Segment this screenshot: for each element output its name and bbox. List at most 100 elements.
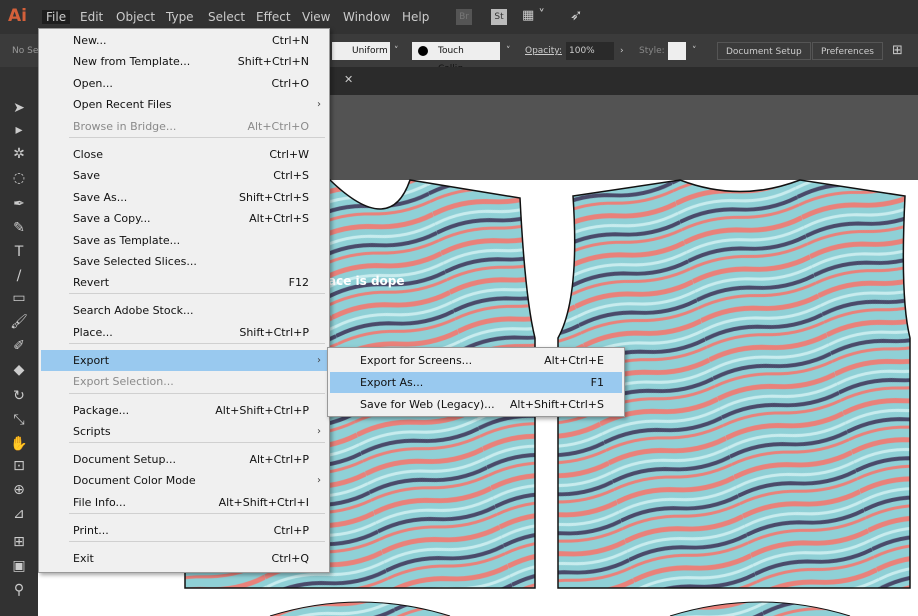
chevron-down-icon[interactable]: ˅ [506, 42, 511, 60]
rocket-icon[interactable]: ➶ [570, 6, 583, 24]
paintbrush-icon[interactable]: 🖌 [10, 313, 28, 331]
style-swatch[interactable] [668, 42, 686, 60]
menu-item-label: Export for Screens... [360, 354, 473, 367]
workspace-layout-icon[interactable]: ▦ ˅ [522, 8, 545, 23]
file-menu-item[interactable]: Revert F12 [41, 272, 327, 293]
file-menu-item[interactable]: Exit Ctrl+Q [41, 548, 327, 569]
lasso-icon[interactable]: ◌ [10, 169, 28, 187]
direct-selection-tool-icon[interactable]: ▸ [10, 121, 28, 139]
file-menu-item[interactable]: Save As... Shift+Ctrl+S [41, 187, 327, 208]
menu-item-label: New from Template... [73, 55, 191, 68]
file-menu-item[interactable]: Close Ctrl+W [41, 144, 327, 165]
eraser-icon[interactable]: ◆ [10, 361, 28, 379]
menu-item-label: Save as Template... [73, 234, 181, 247]
menu-item-label: Open Recent Files [73, 98, 172, 111]
menu-view[interactable]: View [302, 10, 330, 24]
menu-select[interactable]: Select [208, 10, 245, 24]
file-menu-item[interactable]: File Info... Alt+Shift+Ctrl+I [41, 492, 327, 513]
menu-effect[interactable]: Effect [256, 10, 291, 24]
menu-item-shortcut: Ctrl+N [271, 34, 309, 47]
menu-item-shortcut: Alt+Ctrl+P [249, 453, 309, 466]
tools-panel: ➤ ▸ ✲ ◌ ✒ ✎ T / ▭ 🖌 ✐ ◆ ↻ ⤡ ✋ ⊡ ⊕ ⊿ ⊞ ▣ … [0, 67, 38, 616]
menu-item-label: Browse in Bridge... [73, 120, 177, 133]
submenu-arrow-icon: › [317, 355, 321, 366]
menu-file[interactable]: File [42, 10, 71, 24]
menu-item-shortcut: Alt+Ctrl+E [544, 354, 604, 367]
file-menu-item: Export Selection... [41, 371, 327, 392]
arrange-icon[interactable]: ⊞ [892, 42, 903, 60]
export-menu-item[interactable]: Export for Screens... Alt+Ctrl+E [330, 350, 622, 371]
file-menu-item[interactable]: New from Template... Shift+Ctrl+N [41, 51, 327, 72]
free-transform-icon[interactable]: ⊡ [10, 457, 28, 475]
rectangle-tool-icon[interactable]: ▭ [10, 289, 28, 307]
opacity-label[interactable]: Opacity: [525, 42, 562, 60]
chevron-right-icon[interactable]: › [620, 42, 624, 60]
opacity-input[interactable]: 100% [566, 42, 614, 60]
style-label: Style: [639, 46, 665, 56]
file-menu-item[interactable]: Save a Copy... Alt+Ctrl+S [41, 208, 327, 229]
menu-item-shortcut: Alt+Ctrl+O [247, 120, 309, 133]
file-menu-item[interactable]: Print... Ctrl+P [41, 520, 327, 541]
pen-tool-icon[interactable]: ✒ [10, 195, 28, 213]
submenu-arrow-icon: › [317, 475, 321, 486]
menu-item-shortcut: Alt+Shift+Ctrl+I [218, 496, 309, 509]
stroke-profile-select[interactable]: Uniform [332, 42, 390, 60]
file-menu-item[interactable]: Open Recent Files › [41, 94, 327, 115]
file-menu-item[interactable]: Save Selected Slices... [41, 251, 327, 272]
file-menu-item[interactable]: Document Setup... Alt+Ctrl+P [41, 449, 327, 470]
file-menu-item[interactable]: Place... Shift+Ctrl+P [41, 322, 327, 343]
file-menu-item: Browse in Bridge... Alt+Ctrl+O [41, 116, 327, 137]
menu-item-label: New... [73, 34, 107, 47]
menu-item-shortcut: F12 [288, 276, 309, 289]
export-menu-item[interactable]: Save for Web (Legacy)... Alt+Shift+Ctrl+S [330, 394, 622, 415]
shaper-tool-icon[interactable]: ✐ [10, 337, 28, 355]
menu-item-label: Exit [73, 552, 94, 565]
menu-help[interactable]: Help [402, 10, 429, 24]
eyedropper-icon[interactable]: ⚲ [10, 581, 28, 599]
stock-icon[interactable]: St [491, 9, 507, 25]
close-tab-icon[interactable]: ✕ [344, 73, 353, 86]
menu-edit[interactable]: Edit [80, 10, 103, 24]
export-menu-item[interactable]: Export As... F1 [330, 372, 622, 393]
menu-item-label: Document Color Mode [73, 474, 196, 487]
gradient-tool-icon[interactable]: ▣ [10, 557, 28, 575]
rotate-tool-icon[interactable]: ↻ [10, 387, 28, 405]
bridge-icon[interactable]: Br [456, 9, 472, 25]
menu-object[interactable]: Object [116, 10, 155, 24]
preferences-button[interactable]: Preferences [812, 42, 883, 60]
menu-item-shortcut: Ctrl+S [273, 169, 309, 182]
menu-separator [69, 393, 325, 394]
menu-item-label: Package... [73, 404, 130, 417]
menu-item-label: Search Adobe Stock... [73, 304, 194, 317]
line-tool-icon[interactable]: / [10, 267, 28, 285]
type-tool-icon[interactable]: T [10, 243, 28, 261]
file-menu-item[interactable]: Open... Ctrl+O [41, 73, 327, 94]
menu-item-label: Document Setup... [73, 453, 176, 466]
curvature-tool-icon[interactable]: ✎ [10, 219, 28, 237]
menu-item-shortcut: Ctrl+W [269, 148, 309, 161]
menu-separator [69, 293, 325, 294]
scale-tool-icon[interactable]: ⤡ [10, 411, 28, 429]
menu-type[interactable]: Type [166, 10, 194, 24]
file-menu-item[interactable]: Package... Alt+Shift+Ctrl+P [41, 400, 327, 421]
menu-window[interactable]: Window [343, 10, 390, 24]
file-menu-item[interactable]: Scripts › [41, 421, 327, 442]
chevron-down-icon[interactable]: ˅ [394, 42, 399, 60]
mesh-tool-icon[interactable]: ⊞ [10, 533, 28, 551]
file-menu-item[interactable]: Search Adobe Stock... [41, 300, 327, 321]
chevron-down-icon[interactable]: ˅ [692, 42, 697, 60]
puppet-warp-icon[interactable]: ✋ [10, 435, 28, 453]
file-menu-item[interactable]: Document Color Mode › [41, 470, 327, 491]
file-menu-item[interactable]: New... Ctrl+N [41, 30, 327, 51]
selection-tool-icon[interactable]: ➤ [10, 99, 28, 117]
perspective-grid-icon[interactable]: ⊿ [10, 505, 28, 523]
export-submenu: Export for Screens... Alt+Ctrl+E Export As… [327, 347, 625, 417]
file-menu-item[interactable]: Export › [41, 350, 327, 371]
shape-builder-icon[interactable]: ⊕ [10, 481, 28, 499]
magic-wand-icon[interactable]: ✲ [10, 145, 28, 163]
menu-item-shortcut: Shift+Ctrl+N [237, 55, 309, 68]
document-setup-button[interactable]: Document Setup [717, 42, 811, 60]
file-menu-item[interactable]: Save Ctrl+S [41, 165, 327, 186]
file-menu-item[interactable]: Save as Template... [41, 230, 327, 251]
menu-separator [69, 442, 325, 443]
